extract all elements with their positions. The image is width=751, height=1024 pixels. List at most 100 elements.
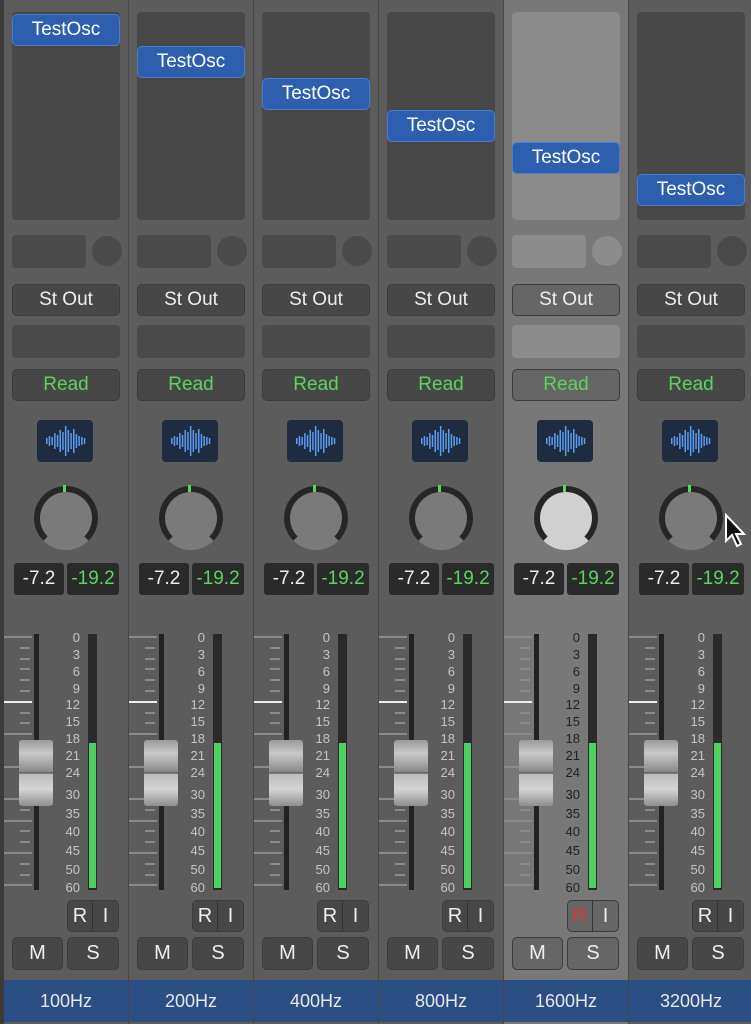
insert-slots[interactable]: TestOsc bbox=[137, 12, 245, 220]
channel-strip[interactable]: TestOsc St Out Read -7.2 -19.2 0 3 6 9 12 15 18 21 24… bbox=[254, 0, 379, 1024]
record-input-buttons[interactable]: RI bbox=[67, 900, 119, 932]
pan-knob[interactable] bbox=[159, 485, 223, 550]
volume-readout[interactable]: -7.2 bbox=[389, 563, 439, 595]
automation-mode-button[interactable]: Read bbox=[137, 369, 245, 401]
waveform-icon[interactable] bbox=[662, 420, 718, 462]
record-enable-button[interactable]: R bbox=[443, 901, 468, 931]
send-slot[interactable] bbox=[137, 235, 211, 268]
peak-readout[interactable]: -19.2 bbox=[317, 563, 369, 595]
track-name[interactable]: 200Hz bbox=[129, 980, 253, 1022]
send-level-knob[interactable] bbox=[217, 236, 247, 266]
peak-readout[interactable]: -19.2 bbox=[442, 563, 494, 595]
record-input-buttons[interactable]: RI bbox=[192, 900, 244, 932]
channel-strip[interactable]: TestOsc St Out Read -7.2 -19.2 0 3 6 9 12 15 18 21 24… bbox=[629, 0, 751, 1024]
waveform-icon[interactable] bbox=[537, 420, 593, 462]
channel-strip[interactable]: TestOsc St Out Read -7.2 -19.2 0 3 6 9 12 15 18 21 24… bbox=[129, 0, 254, 1024]
solo-button[interactable]: S bbox=[67, 937, 119, 970]
record-enable-button[interactable]: R bbox=[693, 901, 718, 931]
pan-knob[interactable] bbox=[409, 485, 473, 550]
track-name[interactable]: 100Hz bbox=[4, 980, 128, 1022]
record-input-buttons[interactable]: RI bbox=[442, 900, 494, 932]
output-button[interactable]: St Out bbox=[387, 284, 495, 316]
record-enable-button[interactable]: R bbox=[68, 901, 93, 931]
input-monitor-button[interactable]: I bbox=[93, 901, 118, 931]
automation-mode-button[interactable]: Read bbox=[12, 369, 120, 401]
input-monitor-button[interactable]: I bbox=[343, 901, 368, 931]
send-level-knob[interactable] bbox=[717, 236, 747, 266]
peak-readout[interactable]: -19.2 bbox=[192, 563, 244, 595]
send-level-knob[interactable] bbox=[92, 236, 122, 266]
insert-plugin-button[interactable]: TestOsc bbox=[387, 110, 495, 142]
insert-slots[interactable]: TestOsc bbox=[512, 12, 620, 220]
record-enable-button[interactable]: R bbox=[568, 901, 593, 931]
track-name[interactable]: 1600Hz bbox=[504, 980, 628, 1022]
volume-readout[interactable]: -7.2 bbox=[514, 563, 564, 595]
record-input-buttons[interactable]: RI bbox=[317, 900, 369, 932]
insert-slots[interactable]: TestOsc bbox=[637, 12, 745, 220]
automation-mode-button[interactable]: Read bbox=[637, 369, 745, 401]
insert-plugin-button[interactable]: TestOsc bbox=[12, 14, 120, 46]
waveform-icon[interactable] bbox=[412, 420, 468, 462]
send-level-knob[interactable] bbox=[342, 236, 372, 266]
channel-strip[interactable]: TestOsc St Out Read -7.2 -19.2 0 3 6 9 12 15 18 21 24… bbox=[504, 0, 629, 1024]
send-slot[interactable] bbox=[512, 235, 586, 268]
pan-knob[interactable] bbox=[534, 485, 598, 550]
waveform-icon[interactable] bbox=[287, 420, 343, 462]
insert-slots[interactable]: TestOsc bbox=[262, 12, 370, 220]
send-slot[interactable] bbox=[387, 235, 461, 268]
group-slot[interactable] bbox=[137, 325, 245, 358]
volume-fader[interactable] bbox=[394, 740, 428, 806]
volume-readout[interactable]: -7.2 bbox=[14, 563, 64, 595]
solo-button[interactable]: S bbox=[317, 937, 369, 970]
volume-fader[interactable] bbox=[19, 740, 53, 806]
mute-button[interactable]: M bbox=[262, 937, 313, 970]
output-button[interactable]: St Out bbox=[637, 284, 745, 316]
channel-strip[interactable]: TestOsc St Out Read -7.2 -19.2 0 3 6 9 12 15 18 21 24… bbox=[379, 0, 504, 1024]
solo-button[interactable]: S bbox=[192, 937, 244, 970]
peak-readout[interactable]: -19.2 bbox=[567, 563, 619, 595]
input-monitor-button[interactable]: I bbox=[468, 901, 493, 931]
automation-mode-button[interactable]: Read bbox=[387, 369, 495, 401]
record-input-buttons[interactable]: RI bbox=[567, 900, 619, 932]
pan-knob[interactable] bbox=[659, 485, 723, 550]
output-button[interactable]: St Out bbox=[512, 284, 620, 316]
input-monitor-button[interactable]: I bbox=[593, 901, 618, 931]
insert-plugin-button[interactable]: TestOsc bbox=[137, 46, 245, 78]
group-slot[interactable] bbox=[387, 325, 495, 358]
insert-plugin-button[interactable]: TestOsc bbox=[262, 78, 370, 110]
record-enable-button[interactable]: R bbox=[193, 901, 218, 931]
insert-slots[interactable]: TestOsc bbox=[12, 12, 120, 220]
solo-button[interactable]: S bbox=[567, 937, 619, 970]
mute-button[interactable]: M bbox=[637, 937, 688, 970]
group-slot[interactable] bbox=[12, 325, 120, 358]
pan-knob[interactable] bbox=[284, 485, 348, 550]
send-level-knob[interactable] bbox=[467, 236, 497, 266]
track-name[interactable]: 3200Hz bbox=[629, 980, 751, 1022]
insert-plugin-button[interactable]: TestOsc bbox=[637, 174, 745, 206]
mute-button[interactable]: M bbox=[387, 937, 438, 970]
record-enable-button[interactable]: R bbox=[318, 901, 343, 931]
send-level-knob[interactable] bbox=[592, 236, 622, 266]
volume-fader[interactable] bbox=[269, 740, 303, 806]
peak-readout[interactable]: -19.2 bbox=[67, 563, 119, 595]
input-monitor-button[interactable]: I bbox=[718, 901, 743, 931]
output-button[interactable]: St Out bbox=[262, 284, 370, 316]
track-name[interactable]: 400Hz bbox=[254, 980, 378, 1022]
solo-button[interactable]: S bbox=[442, 937, 494, 970]
track-name[interactable]: 800Hz bbox=[379, 980, 503, 1022]
mute-button[interactable]: M bbox=[12, 937, 63, 970]
send-slot[interactable] bbox=[262, 235, 336, 268]
volume-readout[interactable]: -7.2 bbox=[264, 563, 314, 595]
waveform-icon[interactable] bbox=[37, 420, 93, 462]
output-button[interactable]: St Out bbox=[12, 284, 120, 316]
peak-readout[interactable]: -19.2 bbox=[692, 563, 744, 595]
pan-knob[interactable] bbox=[34, 485, 98, 550]
group-slot[interactable] bbox=[512, 325, 620, 358]
automation-mode-button[interactable]: Read bbox=[512, 369, 620, 401]
group-slot[interactable] bbox=[637, 325, 745, 358]
channel-strip[interactable]: TestOsc St Out Read -7.2 -19.2 0 3 6 9 12 15 18 21 24… bbox=[4, 0, 129, 1024]
output-button[interactable]: St Out bbox=[137, 284, 245, 316]
send-slot[interactable] bbox=[12, 235, 86, 268]
send-slot[interactable] bbox=[637, 235, 711, 268]
record-input-buttons[interactable]: RI bbox=[692, 900, 744, 932]
